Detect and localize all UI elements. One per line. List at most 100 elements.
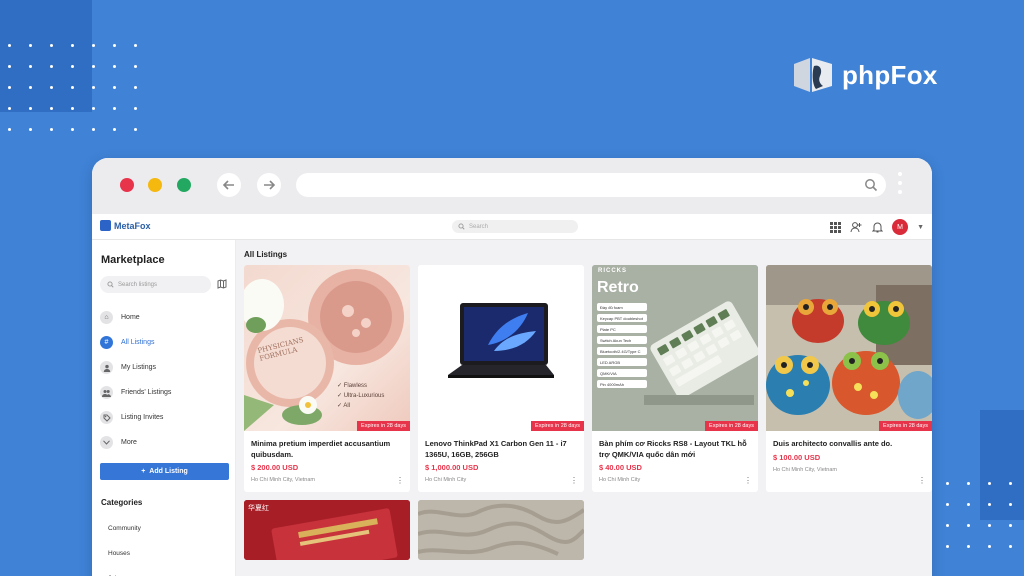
decorative-dot: [71, 107, 74, 110]
decorative-dot: [92, 107, 95, 110]
listing-image[interactable]: RICCKS Retro Đầy đủ foam Keycap PBT doub…: [592, 265, 758, 431]
category-item-community[interactable]: Community: [100, 516, 227, 541]
decorative-dot: [1009, 524, 1012, 527]
search-icon: [107, 281, 114, 288]
decorative-dot: [967, 482, 970, 485]
listing-card[interactable]: RICCKS Retro Đầy đủ foam Keycap PBT doub…: [592, 265, 758, 492]
metafox-logo-text: MetaFox: [114, 220, 151, 231]
metafox-logo[interactable]: MetaFox: [100, 220, 151, 231]
sidebar-item-more[interactable]: More: [100, 430, 227, 455]
user-icon: [100, 361, 113, 374]
browser-menu-icon[interactable]: [898, 172, 902, 194]
spec-item: Switch Akun Tech: [597, 336, 647, 344]
decorative-dot: [50, 128, 53, 131]
notification-bell-icon[interactable]: [871, 221, 883, 233]
more-options-icon[interactable]: ⋮: [744, 476, 752, 485]
decorative-dot: [113, 44, 116, 47]
decorative-dot: [1009, 545, 1012, 548]
decorative-dot: [946, 524, 949, 527]
decorative-dot: [71, 44, 74, 47]
back-button[interactable]: [217, 173, 241, 197]
category-item-houses[interactable]: Houses: [100, 541, 227, 566]
search-listings-input[interactable]: Search listings: [100, 276, 211, 293]
global-search-placeholder: Search: [469, 223, 489, 230]
decorative-dot: [134, 65, 137, 68]
user-avatar[interactable]: M: [892, 219, 909, 235]
maximize-window-button[interactable]: [177, 178, 191, 192]
listing-card[interactable]: Expires in 28 days Duis architecto conva…: [766, 265, 932, 492]
decorative-dot: [29, 86, 32, 89]
listing-title[interactable]: Minima pretium imperdiet accusantium qui…: [244, 431, 410, 460]
listing-image[interactable]: Expires in 28 days: [766, 265, 932, 431]
search-icon: [865, 179, 878, 192]
listing-image[interactable]: PHYSICIANS FORMULA ✓ Flawless ✓ Ultra-Lu…: [244, 265, 410, 431]
address-bar[interactable]: [296, 173, 886, 197]
listing-title[interactable]: Lenovo ThinkPad X1 Carbon Gen 11 - i7 13…: [418, 431, 584, 460]
decorative-dot: [8, 86, 11, 89]
close-window-button[interactable]: [120, 178, 134, 192]
minimize-window-button[interactable]: [148, 178, 162, 192]
decorative-dot: [946, 545, 949, 548]
map-view-icon[interactable]: [217, 278, 227, 291]
page-title: All Listings: [244, 250, 288, 259]
decorative-dot: [967, 545, 970, 548]
more-options-icon[interactable]: ⋮: [570, 476, 578, 485]
decorative-dot: [1009, 482, 1012, 485]
more-options-icon[interactable]: ⋮: [918, 476, 926, 485]
decorative-dot: [29, 128, 32, 131]
category-item-jobs[interactable]: Jobs: [100, 566, 227, 576]
spec-item: LED ARGB: [597, 358, 647, 366]
listing-image[interactable]: 华夏红: [244, 500, 410, 560]
account-menu-chevron-icon[interactable]: ▼: [917, 224, 924, 231]
tag-icon: [100, 411, 113, 424]
listing-price: $ 100.00 USD: [773, 452, 821, 462]
expiry-badge: Expires in 28 days: [705, 421, 758, 431]
more-options-icon[interactable]: ⋮: [396, 476, 404, 485]
decorative-dot: [92, 86, 95, 89]
listing-title[interactable]: Duis architecto convallis ante do.: [766, 431, 932, 450]
sidebar-item-label: Friends' Listings: [121, 389, 172, 396]
friends-icon: [100, 386, 113, 399]
apps-grid-icon[interactable]: [829, 221, 841, 233]
decorative-dot: [988, 545, 991, 548]
listing-price: $ 1,000.00 USD: [425, 463, 479, 472]
sidebar-item-friends-listings[interactable]: Friends' Listings: [100, 380, 227, 405]
spec-item: Plate PC: [597, 325, 647, 333]
feature-item: ✓ Ultra-Luxurious: [337, 393, 385, 400]
decorative-dot: [113, 65, 116, 68]
listing-card[interactable]: [418, 500, 584, 560]
listing-card[interactable]: Expires in 28 days Lenovo ThinkPad X1 Ca…: [418, 265, 584, 492]
add-listing-label: Add Listing: [149, 468, 188, 475]
add-listing-button[interactable]: + Add Listing: [100, 463, 229, 480]
decorative-dot: [71, 86, 74, 89]
listing-location: Ho Chi Minh City, Vietnam: [251, 477, 315, 483]
forward-button[interactable]: [257, 173, 281, 197]
textured-wall-photo: [418, 500, 584, 560]
sidebar-search-row: Search listings: [100, 276, 227, 293]
phpfox-brand: phpFox: [790, 56, 938, 94]
main-content: All Listings PHYSICIANS FORMULA ✓ Flawle…: [236, 240, 932, 576]
phpfox-logo-icon: [790, 56, 836, 94]
listing-card[interactable]: 华夏红: [244, 500, 410, 560]
sidebar-item-my-listings[interactable]: My Listings: [100, 355, 227, 380]
listing-title[interactable]: Bàn phím cơ Riccks RS8 - Layout TKL hỗ t…: [592, 431, 758, 460]
sidebar-item-listing-invites[interactable]: Listing Invites: [100, 405, 227, 430]
add-friend-icon[interactable]: [850, 221, 862, 233]
global-search-input[interactable]: Search: [452, 220, 578, 233]
decorative-dot: [946, 482, 949, 485]
listing-image[interactable]: [418, 500, 584, 560]
product-brand-text: RICCKS: [598, 268, 628, 274]
arrow-right-icon: [264, 180, 276, 190]
listing-image[interactable]: Expires in 28 days: [418, 265, 584, 431]
sidebar-item-all-listings[interactable]: # All Listings: [100, 330, 227, 355]
frog-sculptures-photo: [766, 265, 932, 431]
search-icon: [458, 223, 465, 230]
listing-price: $ 200.00 USD: [251, 463, 299, 472]
sidebar-item-home[interactable]: ⌂ Home: [100, 305, 227, 330]
decorative-dot: [29, 44, 32, 47]
hash-icon: #: [100, 336, 113, 349]
listing-card[interactable]: PHYSICIANS FORMULA ✓ Flawless ✓ Ultra-Lu…: [244, 265, 410, 492]
decorative-dot: [71, 128, 74, 131]
decorative-dot: [113, 128, 116, 131]
decorative-dot: [946, 503, 949, 506]
